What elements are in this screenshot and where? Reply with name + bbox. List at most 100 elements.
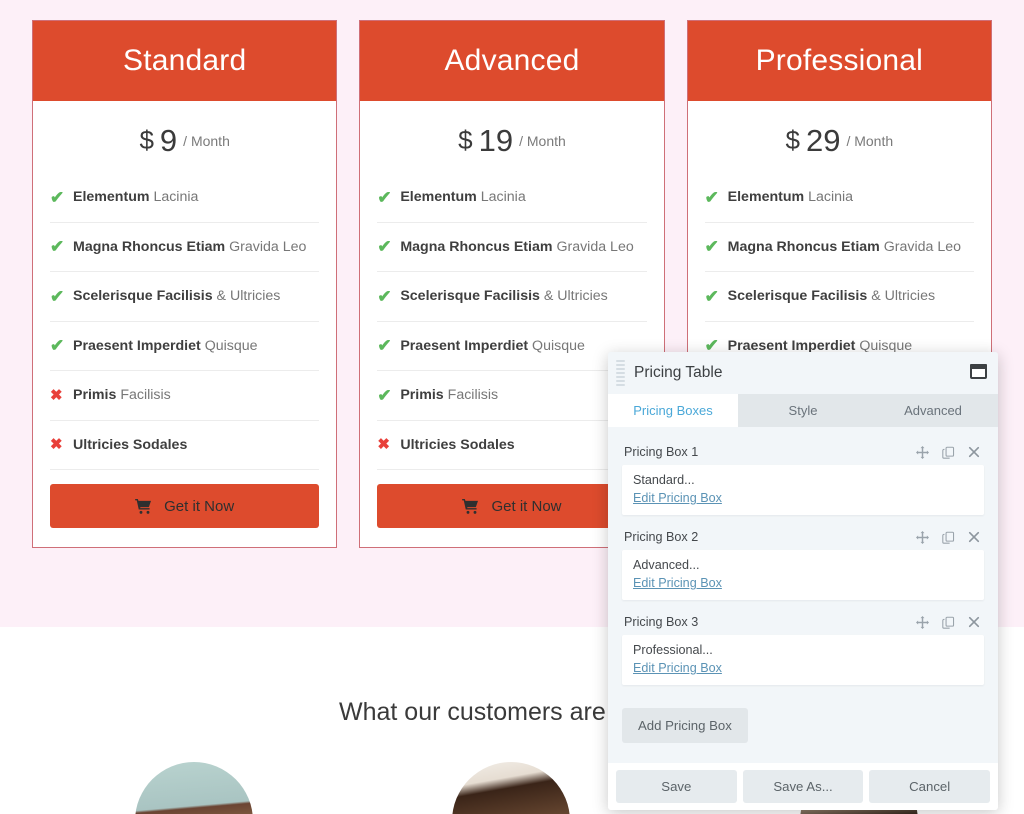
check-icon: ✔ <box>377 336 392 356</box>
feature-text: Primis Facilisis <box>400 387 499 404</box>
feature-text: Scelerisque Facilisis & Ultricies <box>73 288 281 305</box>
check-icon: ✔ <box>50 286 65 306</box>
feature-item: ✔ Elementum Lacinia <box>377 173 647 223</box>
feature-item: ✔ Praesent Imperdiet Quisque <box>377 322 647 371</box>
edit-pricing-box-link[interactable]: Edit Pricing Box <box>633 491 722 505</box>
feature-item: ✖ Ultricies Sodales <box>50 421 320 470</box>
pricing-card-price: $ 9 / Month <box>33 101 336 173</box>
feature-item: ✔ Praesent Imperdiet Quisque <box>50 322 320 371</box>
tab-style[interactable]: Style <box>738 394 868 427</box>
check-icon: ✔ <box>50 187 65 207</box>
pricing-card-title: Standard <box>122 43 247 77</box>
drag-grip-icon[interactable] <box>616 360 625 386</box>
feature-text: Scelerisque Facilisis & Ultricies <box>400 288 608 305</box>
cart-icon <box>135 498 152 514</box>
pricing-card-cta: Get it Now <box>33 470 336 547</box>
feature-item: ✔ Primis Facilisis <box>377 371 647 421</box>
save-as-button[interactable]: Save As... <box>742 770 864 803</box>
pricing-box-row-actions <box>916 530 980 544</box>
pricing-box-row-actions <box>916 445 980 459</box>
check-icon: ✔ <box>377 187 392 207</box>
save-button[interactable]: Save <box>616 770 737 803</box>
feature-text: Magna Rhoncus Etiam Gravida Leo <box>727 238 962 255</box>
pricing-box-card: Professional... Edit Pricing Box <box>622 635 984 685</box>
feature-text: Scelerisque Facilisis & Ultricies <box>727 288 936 305</box>
pricing-box-row-label: Pricing Box 3 <box>624 615 699 629</box>
pricing-card-title: Advanced <box>444 43 580 77</box>
pricing-card-header: Advanced <box>360 21 664 101</box>
pricing-box-card: Standard... Edit Pricing Box <box>622 465 984 515</box>
cart-icon <box>462 498 479 514</box>
check-icon: ✔ <box>50 336 65 356</box>
cross-icon: ✖ <box>377 436 390 454</box>
pricing-card-header: Standard <box>33 21 337 101</box>
pricing-card-price: $ 19 / Month <box>360 101 663 173</box>
get-it-now-button[interactable]: Get it Now <box>377 484 647 528</box>
feature-text: Praesent Imperdiet Quisque <box>400 337 585 354</box>
pricing-box-row: Pricing Box 1 <box>622 439 984 465</box>
price-period: / Month <box>519 132 566 149</box>
check-icon: ✔ <box>377 237 392 257</box>
cross-icon: ✖ <box>50 436 63 454</box>
feature-text: Ultricies Sodales <box>400 436 515 453</box>
duplicate-icon[interactable] <box>942 616 955 629</box>
move-icon[interactable] <box>916 530 929 544</box>
add-pricing-box-button[interactable]: Add Pricing Box <box>622 708 748 743</box>
feature-item: ✔ Elementum Lacinia <box>50 173 320 223</box>
pricing-box-row: Pricing Box 3 <box>622 609 984 635</box>
feature-item: ✔ Magna Rhoncus Etiam Gravida Leo <box>377 223 647 272</box>
feature-item: ✔ Magna Rhoncus Etiam Gravida Leo <box>704 223 974 272</box>
edit-pricing-box-link[interactable]: Edit Pricing Box <box>633 661 722 675</box>
pricing-box-card: Advanced... Edit Pricing Box <box>622 550 984 600</box>
cta-label: Get it Now <box>491 497 562 515</box>
duplicate-icon[interactable] <box>942 446 955 459</box>
feature-item: ✔ Scelerisque Facilisis & Ultricies <box>50 272 320 322</box>
feature-text: Elementum Lacinia <box>727 189 854 206</box>
modal-footer: Save Save As... Cancel <box>608 763 998 810</box>
duplicate-icon[interactable] <box>942 531 955 544</box>
feature-text: Elementum Lacinia <box>73 189 199 206</box>
pricing-box-row-actions <box>916 615 980 629</box>
pricing-box-row-label: Pricing Box 2 <box>624 530 699 544</box>
modal-title: Pricing Table <box>634 364 723 381</box>
check-icon: ✔ <box>377 286 392 306</box>
tab-pricing-boxes[interactable]: Pricing Boxes <box>608 394 738 427</box>
pricing-box-row-label: Pricing Box 1 <box>624 445 699 459</box>
price-period: / Month <box>183 132 230 149</box>
price-amount: 29 <box>805 122 841 158</box>
get-it-now-button[interactable]: Get it Now <box>50 484 320 528</box>
feature-text: Elementum Lacinia <box>400 189 526 206</box>
currency-symbol: $ <box>785 125 800 156</box>
cross-icon: ✖ <box>50 386 63 404</box>
check-icon: ✔ <box>704 286 719 306</box>
cta-label: Get it Now <box>164 497 235 515</box>
restore-window-icon[interactable] <box>970 364 987 379</box>
pricing-box-row: Pricing Box 2 <box>622 524 984 550</box>
check-icon: ✔ <box>377 385 392 405</box>
tab-advanced[interactable]: Advanced <box>868 394 998 427</box>
price-amount: 9 <box>159 122 178 158</box>
close-icon[interactable] <box>968 446 980 458</box>
pricing-box-name: Standard... <box>633 473 695 487</box>
modal-tabs: Pricing Boxes Style Advanced <box>608 394 998 427</box>
close-icon[interactable] <box>968 531 980 543</box>
modal-body: Pricing Box 1 Standard... Edit Pricing B… <box>608 427 998 763</box>
edit-pricing-box-link[interactable]: Edit Pricing Box <box>633 576 722 590</box>
feature-text: Magna Rhoncus Etiam Gravida Leo <box>400 238 634 255</box>
feature-item: ✔ Scelerisque Facilisis & Ultricies <box>377 272 647 322</box>
pricing-box-name: Advanced... <box>633 558 700 572</box>
feature-text: Primis Facilisis <box>73 387 171 404</box>
move-icon[interactable] <box>916 445 929 459</box>
feature-item: ✖ Primis Facilisis <box>50 371 320 421</box>
currency-symbol: $ <box>139 125 154 156</box>
pricing-box-name: Professional... <box>633 643 713 657</box>
currency-symbol: $ <box>458 125 473 156</box>
feature-text: Praesent Imperdiet Quisque <box>73 337 258 354</box>
close-icon[interactable] <box>968 616 980 628</box>
cancel-button[interactable]: Cancel <box>869 770 991 803</box>
feature-text: Magna Rhoncus Etiam Gravida Leo <box>73 238 307 255</box>
move-icon[interactable] <box>916 615 929 629</box>
pricing-card-standard: Standard $ 9 / Month ✔ Elementum Lacinia… <box>32 20 338 548</box>
modal-header[interactable]: Pricing Table <box>608 352 998 394</box>
price-amount: 19 <box>478 122 514 158</box>
